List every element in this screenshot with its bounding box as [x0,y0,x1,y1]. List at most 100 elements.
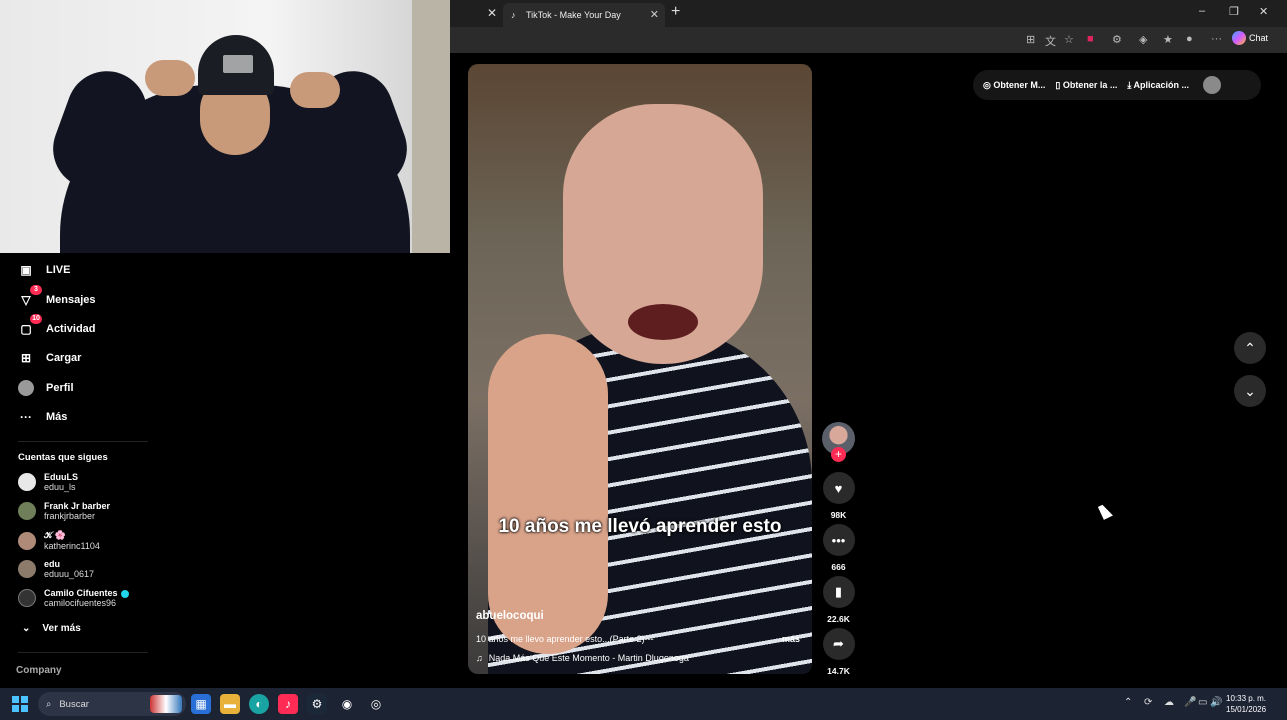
get-coins-label: Obtener M... [993,79,1046,90]
adblock-icon[interactable]: ■ [1087,33,1094,45]
widgets-icon[interactable]: ▦ [191,694,211,714]
heart-icon[interactable]: ♥ [822,472,855,504]
comment-action[interactable]: ••• 666 [822,524,855,572]
video-person-mouth [628,304,698,340]
search-icon: ⌕ [46,698,52,710]
profile-icon[interactable]: ● [1186,33,1193,45]
sync-icon[interactable]: ⟳ [1144,697,1152,708]
download-app-button[interactable]: ⤓ Aplicación ... [1127,80,1189,91]
sidebar-item-label: Mensajes [46,294,96,306]
avatar [18,560,36,578]
video-person-hand [488,334,608,654]
music-note-icon: ♫ [476,653,483,663]
get-app-label: Obtener la ... [1062,79,1118,90]
app-notification-icon[interactable]: ◎ [366,694,386,714]
obs-icon[interactable]: ◉ [337,694,357,714]
sidebar-item-activity[interactable]: ▢ 10 Actividad [18,314,96,337]
username: frankjrbarber [44,511,96,521]
activity-badge: 10 [30,314,42,324]
more-icon: ··· [20,410,32,424]
clock-date: 15/01/2026 [1226,705,1267,714]
tab-tiktok[interactable]: ♪ TikTok - Make Your Day ✕ [503,3,665,27]
video-author[interactable]: abuelocoqui [476,610,544,622]
window-close-button[interactable]: ✕ [1259,5,1268,18]
display-name: 𝒦 🌸 [44,530,67,540]
activity-glyph: ▢ [20,322,32,336]
cap-logo [223,55,253,73]
search-highlight-image [150,695,182,713]
video-music[interactable]: ♫ Nada Más Que Este Momento - Martin Dlu… [476,653,689,663]
copilot-edge-icon[interactable]: ◈ [1139,33,1147,46]
get-coins-button[interactable]: ◎ Obtener M... [983,80,1045,91]
avatar [18,473,36,491]
taskbar-search[interactable]: ⌕ Buscar [38,692,186,716]
extensions-icon[interactable]: ⚙ [1112,33,1122,46]
settings-more-icon[interactable]: ··· [1211,33,1222,45]
follow-plus-button[interactable]: + [831,447,846,462]
following-account[interactable]: Camilo Cifuentes camilocifuentes96 [18,588,129,608]
activity-icon: ▢ 10 [18,314,42,337]
avatar [18,589,36,607]
like-action[interactable]: ♥ 98K [822,472,855,520]
see-more-button[interactable]: ⌄ Ver más [22,623,81,634]
app-available-icon[interactable]: ⊞ [1026,33,1035,46]
webcam-overlay [0,0,450,253]
next-video-button[interactable]: ⌄ [1234,375,1266,407]
sidebar-item-more[interactable]: ··· Más [18,409,67,425]
chevron-down-icon: ⌄ [22,623,31,634]
previous-video-button[interactable]: ⌃ [1234,332,1266,364]
sidebar-item-live[interactable]: ▣ LIVE [18,262,70,278]
description-more-button[interactable]: más [782,634,800,644]
divider [18,441,148,442]
display-name: edu [44,559,61,569]
get-app-button[interactable]: ▯ Obtener la ... [1055,80,1117,91]
video-description: 10 años me llevo aprender esto...(Parte … [476,634,654,644]
share-action[interactable]: ➦ 14.7K [822,628,855,676]
tray-overflow-icon[interactable]: ⌃ [1124,697,1132,708]
system-clock[interactable]: 10:33 p. m. 15/01/2026 [1226,693,1266,715]
messages-icon: ▽ 3 [18,285,42,308]
sidebar-item-label: Cargar [46,352,82,364]
comment-icon[interactable]: ••• [822,524,855,556]
new-tab-button[interactable]: + [671,3,680,21]
copilot-chat-button[interactable]: Chat [1232,31,1268,45]
tab-close-icon[interactable]: ✕ [487,6,497,20]
maximize-button[interactable]: ❐ [1229,5,1239,18]
video-player[interactable]: 10 años me llevó aprender esto abuelocoq… [468,64,812,674]
sidebar-item-messages[interactable]: ▽ 3 Mensajes [18,285,96,308]
favorite-star-icon[interactable]: ☆ [1064,33,1074,46]
sidebar-item-label: Actividad [46,323,96,335]
steam-icon[interactable]: ⚙ [307,694,327,714]
volume-icon[interactable]: 🔊 [1210,697,1222,708]
windows-start-button[interactable] [12,696,28,712]
following-account[interactable]: 𝒦 🌸 katherinc1104 [18,530,100,551]
microphone-icon[interactable]: 🎤 [1184,697,1196,708]
company-link[interactable]: Company [16,665,62,676]
following-account[interactable]: Frank Jr barber frankjrbarber [18,501,110,521]
edge-icon[interactable]: ◐ [249,694,269,714]
cloud-icon[interactable]: ☁ [1164,697,1174,708]
file-explorer-icon[interactable]: ▬ [220,694,240,714]
upload-icon: ⊞ [20,351,32,365]
comment-count: 666 [831,562,846,572]
following-account[interactable]: edu eduuu_0617 [18,559,94,579]
sidebar-item-label: LIVE [46,264,71,276]
music-title: Nada Más Que Este Momento - Martin Dlugo… [488,653,689,663]
minimize-button[interactable]: – [1199,5,1205,17]
favorites-icon[interactable]: ★ [1163,33,1173,46]
live-icon: ▣ [20,263,32,277]
bookmark-icon[interactable]: ▮ [822,576,855,608]
sidebar-item-profile[interactable]: Perfil [18,380,74,396]
tiktok-app-icon[interactable]: ♪ [278,694,298,714]
save-action[interactable]: ▮ 22.6K [822,576,855,624]
share-icon[interactable]: ➦ [822,628,855,660]
username: camilocifuentes96 [44,598,117,608]
close-icon[interactable]: ✕ [650,8,659,21]
taskbar: ⌕ Buscar ▦ ▬ ◐ ♪ ⚙ ◉ ◎ ⌃ ⟳ ☁ 🎤 ▭ 🔊 10:33… [0,688,1287,720]
sidebar-item-upload[interactable]: ⊞ Cargar [18,350,82,366]
translate-icon[interactable]: 文 [1045,33,1056,49]
avatar [18,502,36,520]
display-icon[interactable]: ▭ [1198,697,1207,708]
user-avatar[interactable] [1203,76,1222,94]
following-account[interactable]: EduuLS eduu_ls [18,472,78,492]
